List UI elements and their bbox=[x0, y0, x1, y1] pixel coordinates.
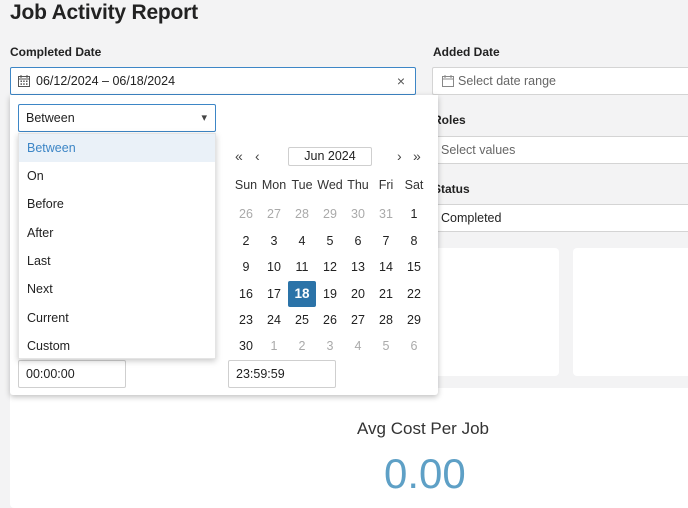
added-date-input[interactable]: Select date range bbox=[432, 67, 688, 95]
calendar-day[interactable]: 6 bbox=[344, 228, 372, 254]
dropdown-option-current[interactable]: Current bbox=[19, 304, 215, 332]
added-date-label: Added Date bbox=[433, 45, 500, 59]
calendar-day[interactable]: 9 bbox=[232, 254, 260, 280]
dropdown-option-last[interactable]: Last bbox=[19, 247, 215, 275]
dropdown-option-after[interactable]: After bbox=[19, 219, 215, 247]
weekday-label: Fri bbox=[378, 178, 394, 192]
calendar-day[interactable]: 29 bbox=[400, 307, 428, 333]
calendar-day[interactable]: 27 bbox=[344, 307, 372, 333]
end-time-input[interactable]: 23:59:59 bbox=[228, 360, 336, 388]
status-label: Status bbox=[433, 182, 470, 196]
calendar-icon bbox=[18, 75, 30, 87]
calendar-icon bbox=[442, 75, 454, 87]
clear-date-icon[interactable]: × bbox=[397, 73, 405, 89]
calendar-day[interactable]: 27 bbox=[260, 201, 288, 227]
dropdown-option-before[interactable]: Before bbox=[19, 190, 215, 218]
calendar-day[interactable]: 23 bbox=[232, 307, 260, 333]
calendar-day[interactable]: 26 bbox=[232, 201, 260, 227]
next-year-button[interactable]: » bbox=[413, 148, 421, 164]
calendar-day[interactable]: 15 bbox=[400, 254, 428, 280]
dropdown-option-between[interactable]: Between bbox=[19, 134, 215, 162]
calendar-day[interactable]: 1 bbox=[400, 201, 428, 227]
date-mode-value: Between bbox=[26, 111, 75, 125]
calendar-day[interactable]: 8 bbox=[400, 228, 428, 254]
calendar-day[interactable]: 14 bbox=[372, 254, 400, 280]
calendar-day[interactable]: 26 bbox=[316, 307, 344, 333]
status-input[interactable]: Completed bbox=[432, 204, 688, 232]
start-time-input[interactable]: 00:00:00 bbox=[18, 360, 126, 388]
next-month-button[interactable]: › bbox=[397, 148, 402, 164]
calendar-day[interactable]: 30 bbox=[344, 201, 372, 227]
calendar-day[interactable]: 19 bbox=[316, 281, 344, 307]
calendar-day[interactable]: 28 bbox=[372, 307, 400, 333]
calendar-day[interactable]: 3 bbox=[260, 228, 288, 254]
weekday-label: Sat bbox=[404, 178, 424, 192]
calendar-day[interactable]: 11 bbox=[288, 254, 316, 280]
status-value: Completed bbox=[441, 211, 502, 225]
calendar-day[interactable]: 10 bbox=[260, 254, 288, 280]
calendar-day[interactable]: 30 bbox=[232, 333, 260, 359]
completed-date-input[interactable]: 06/12/2024 – 06/18/2024 × bbox=[10, 67, 416, 95]
added-date-placeholder: Select date range bbox=[458, 74, 556, 88]
calendar-day[interactable]: 22 bbox=[400, 281, 428, 307]
calendar-day[interactable]: 7 bbox=[372, 228, 400, 254]
date-mode-dropdown: Between On Before After Last Next Curren… bbox=[18, 133, 216, 359]
weekday-label: Mon bbox=[261, 178, 287, 192]
weekday-label: Sun bbox=[234, 178, 258, 192]
page-title: Job Activity Report bbox=[10, 1, 198, 24]
calendar-day[interactable]: 25 bbox=[288, 307, 316, 333]
calendar-day[interactable]: 2 bbox=[232, 228, 260, 254]
calendar-day[interactable]: 29 bbox=[316, 201, 344, 227]
roles-input[interactable]: Select values bbox=[432, 136, 688, 164]
completed-date-value: 06/12/2024 – 06/18/2024 bbox=[36, 74, 176, 88]
calendar-day[interactable]: 13 bbox=[344, 254, 372, 280]
chevron-down-icon: ▾ bbox=[201, 112, 207, 124]
calendar-day[interactable]: 16 bbox=[232, 281, 260, 307]
metric-card bbox=[425, 248, 559, 376]
calendar-day[interactable]: 31 bbox=[372, 201, 400, 227]
prev-year-button[interactable]: « bbox=[235, 148, 243, 164]
dropdown-option-on[interactable]: On bbox=[19, 162, 215, 190]
calendar-day[interactable]: 21 bbox=[372, 281, 400, 307]
calendar-day[interactable]: 5 bbox=[372, 333, 400, 359]
month-year-select[interactable]: Jun 2024 bbox=[288, 147, 372, 166]
calendar-day[interactable]: 17 bbox=[260, 281, 288, 307]
metric-card bbox=[573, 248, 688, 376]
calendar-day[interactable]: 20 bbox=[344, 281, 372, 307]
calendar-day[interactable]: 6 bbox=[400, 333, 428, 359]
calendar-day[interactable]: 4 bbox=[288, 228, 316, 254]
calendar-day[interactable]: 1 bbox=[260, 333, 288, 359]
calendar-day-selected[interactable]: 18 bbox=[288, 281, 316, 307]
calendar-day[interactable]: 3 bbox=[316, 333, 344, 359]
date-mode-select[interactable]: Between ▾ bbox=[18, 104, 216, 132]
calendar-day[interactable]: 24 bbox=[260, 307, 288, 333]
calendar-day[interactable]: 4 bbox=[344, 333, 372, 359]
calendar-day[interactable]: 5 bbox=[316, 228, 344, 254]
avg-cost-card: Avg Cost Per Job 0.00 bbox=[10, 388, 688, 508]
completed-date-label: Completed Date bbox=[10, 45, 102, 59]
weekday-label: Wed bbox=[317, 178, 343, 192]
roles-placeholder: Select values bbox=[441, 143, 516, 157]
weekday-label: Tue bbox=[291, 178, 313, 192]
avg-cost-title: Avg Cost Per Job bbox=[357, 419, 489, 438]
calendar-day[interactable]: 12 bbox=[316, 254, 344, 280]
prev-month-button[interactable]: ‹ bbox=[255, 148, 260, 164]
dropdown-option-next[interactable]: Next bbox=[19, 275, 215, 303]
weekday-label: Thu bbox=[347, 178, 369, 192]
dropdown-option-custom[interactable]: Custom bbox=[19, 332, 215, 360]
calendar-day[interactable]: 28 bbox=[288, 201, 316, 227]
calendar-day[interactable]: 2 bbox=[288, 333, 316, 359]
avg-cost-value: 0.00 bbox=[384, 450, 466, 497]
